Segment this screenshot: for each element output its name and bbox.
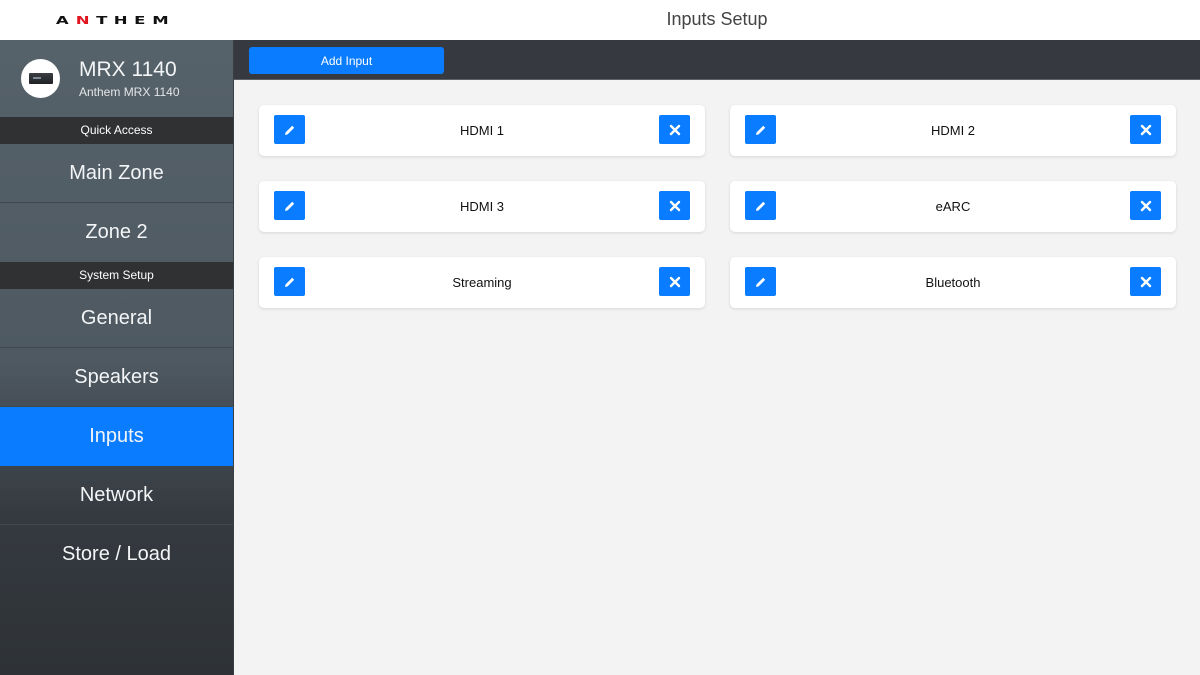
toolbar: Add Input xyxy=(234,40,1200,80)
input-name: HDMI 3 xyxy=(459,199,505,214)
delete-button[interactable] xyxy=(1130,191,1161,220)
close-icon xyxy=(1140,200,1151,211)
close-icon xyxy=(669,276,680,287)
sidebar-item-speakers[interactable]: Speakers xyxy=(0,348,233,407)
close-icon xyxy=(1140,124,1151,135)
inputs-panel: HDMI 1 HDMI 2 HDMI 3 eARC Streaming Blue… xyxy=(234,80,1200,675)
input-card: Streaming xyxy=(259,257,705,308)
sidebar-item-main-zone[interactable]: Main Zone xyxy=(0,144,233,203)
input-name: Bluetooth xyxy=(925,275,981,290)
edit-button[interactable] xyxy=(745,115,776,144)
sidebar-item-inputs[interactable]: Inputs xyxy=(0,407,233,466)
sidebar-item-store-load[interactable]: Store / Load xyxy=(0,525,233,584)
add-input-button[interactable]: Add Input xyxy=(249,47,444,74)
pencil-icon xyxy=(284,201,294,211)
device-header: MRX 1140 Anthem MRX 1140 xyxy=(0,40,233,117)
pencil-icon xyxy=(284,125,294,135)
page-title: Inputs Setup xyxy=(666,9,768,29)
input-card: HDMI 3 xyxy=(259,181,705,232)
delete-button[interactable] xyxy=(1130,267,1161,296)
sidebar-item-zone-2[interactable]: Zone 2 xyxy=(0,203,233,262)
close-icon xyxy=(669,124,680,135)
edit-button[interactable] xyxy=(274,115,305,144)
input-card: HDMI 1 xyxy=(259,105,705,156)
pencil-icon xyxy=(284,277,294,287)
anthem-logo: A N T H E M xyxy=(55,13,169,27)
sidebar-item-general[interactable]: General xyxy=(0,289,233,348)
logo-letter: T xyxy=(95,13,108,27)
sidebar-item-network[interactable]: Network xyxy=(0,466,233,525)
logo-letter: M xyxy=(152,13,169,27)
inputs-grid: HDMI 1 HDMI 2 HDMI 3 eARC Streaming Blue… xyxy=(259,105,1176,308)
sidebar: MRX 1140 Anthem MRX 1140 Quick Access Ma… xyxy=(0,40,234,675)
input-name: Streaming xyxy=(452,275,512,290)
top-bar: A N T H E M Inputs Setup xyxy=(0,0,1200,40)
edit-button[interactable] xyxy=(745,191,776,220)
logo-letter: N xyxy=(75,13,90,27)
input-card: Bluetooth xyxy=(730,257,1176,308)
input-name: HDMI 2 xyxy=(930,123,976,138)
section-system-setup: System Setup xyxy=(0,262,233,289)
delete-button[interactable] xyxy=(1130,115,1161,144)
input-name: eARC xyxy=(935,199,971,214)
input-name: HDMI 1 xyxy=(459,123,505,138)
close-icon xyxy=(669,200,680,211)
pencil-icon xyxy=(755,201,765,211)
logo-letter: H xyxy=(113,13,128,27)
input-card: HDMI 2 xyxy=(730,105,1176,156)
close-icon xyxy=(1140,276,1151,287)
edit-button[interactable] xyxy=(274,267,305,296)
edit-button[interactable] xyxy=(745,267,776,296)
logo-letter: A xyxy=(55,13,69,27)
pencil-icon xyxy=(755,277,765,287)
delete-button[interactable] xyxy=(659,191,690,220)
section-quick-access: Quick Access xyxy=(0,117,233,144)
edit-button[interactable] xyxy=(274,191,305,220)
input-card: eARC xyxy=(730,181,1176,232)
receiver-icon xyxy=(21,59,60,98)
pencil-icon xyxy=(755,125,765,135)
delete-button[interactable] xyxy=(659,115,690,144)
device-model: Anthem MRX 1140 xyxy=(79,85,180,99)
device-name: MRX 1140 xyxy=(79,58,177,81)
delete-button[interactable] xyxy=(659,267,690,296)
logo-letter: E xyxy=(134,13,146,27)
